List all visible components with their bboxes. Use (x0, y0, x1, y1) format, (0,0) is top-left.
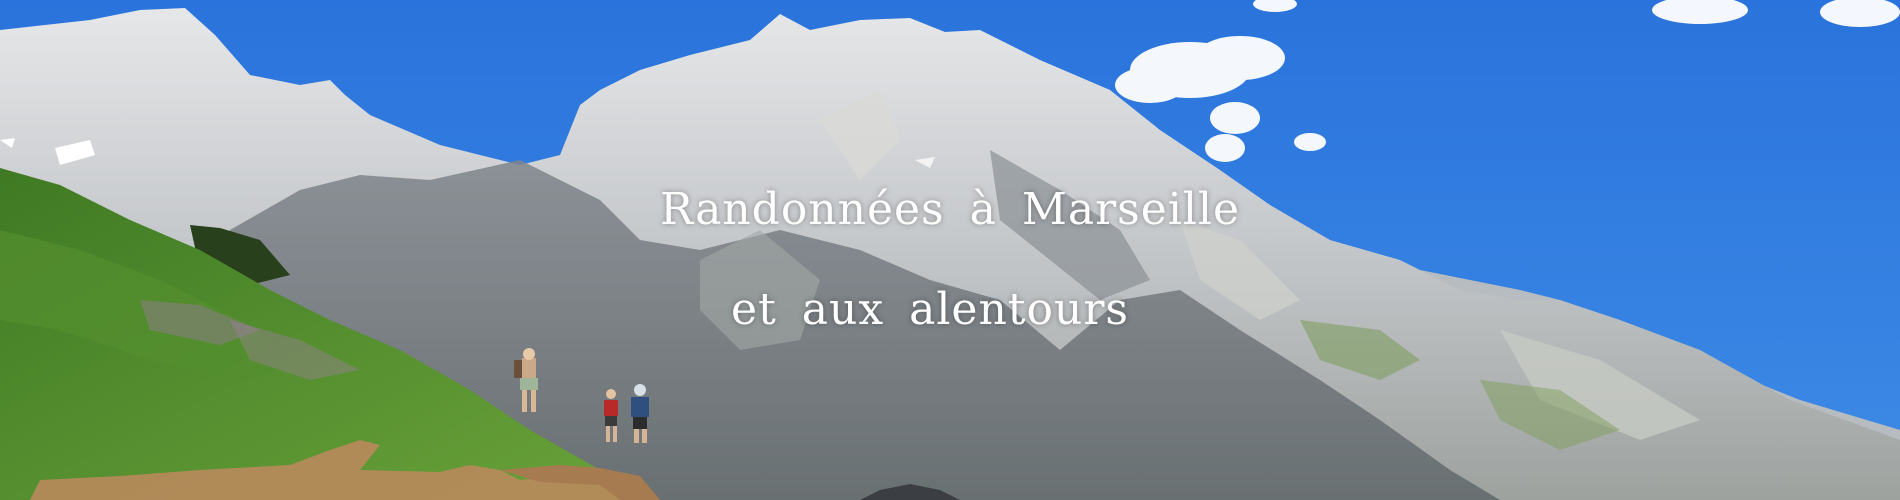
site-title-line-1: Randonnées à Marseille (659, 184, 1241, 235)
site-title: Randonnées à Marseille et aux alentours (0, 160, 1900, 360)
site-title-line-2: et aux alentours (731, 284, 1129, 335)
hero-banner: Randonnées à Marseille et aux alentours (0, 0, 1900, 500)
